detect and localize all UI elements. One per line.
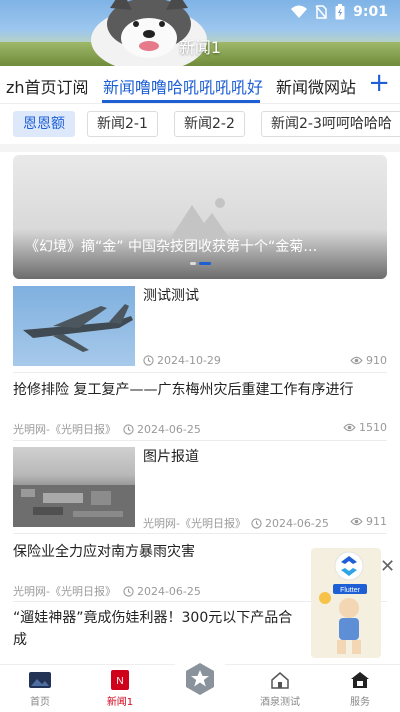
sub-channel-chips: 恩恩额 新闻2-1 新闻2-2 新闻2-3呵呵哈哈哈 — [0, 106, 400, 144]
eye-icon — [350, 517, 363, 526]
nav-center-star[interactable] — [170, 661, 230, 697]
city-aerial-image — [13, 485, 135, 527]
house-icon — [271, 672, 289, 689]
nav-jiuquan-test[interactable]: 酒泉测试 — [250, 669, 310, 708]
news-title: 抢修排险 复工复产——广东梅州灾后重建工作有序进行 — [13, 382, 354, 398]
eye-icon — [350, 356, 363, 365]
svg-text:N: N — [116, 676, 123, 687]
clock-icon — [123, 423, 134, 435]
news-title-line-1: “遛娃神器”竟成伤娃利器！300元以下产品合 — [13, 610, 293, 626]
eye-icon — [343, 423, 356, 432]
close-float-button[interactable]: ✕ — [380, 556, 395, 577]
nav-label: 首页 — [30, 697, 50, 708]
nav-news[interactable]: N 新闻1 — [90, 669, 150, 708]
chip-news-2-1[interactable]: 新闻2-1 — [87, 111, 158, 137]
active-tab-indicator — [102, 100, 260, 103]
news-meta: 光明网-《光明日报》 2024-06-25 — [13, 421, 201, 437]
nav-service[interactable]: 服务 — [330, 669, 390, 708]
news-views: 1510 — [343, 421, 387, 434]
page-title: 新闻1 — [178, 38, 222, 57]
views-count: 910 — [366, 354, 387, 367]
nav-label: 新闻1 — [106, 697, 134, 708]
carousel-dot-active[interactable] — [198, 262, 211, 265]
views-count: 1510 — [359, 421, 387, 434]
news-views: 911 — [350, 515, 387, 528]
carousel-dots — [13, 262, 387, 265]
nav-label: 酒泉测试 — [260, 697, 300, 708]
news-title: 图片报道 — [143, 449, 199, 465]
source-text: 光明网-《光明日报》 — [13, 423, 116, 436]
date-text: 2024-06-25 — [136, 584, 201, 598]
chip-enene[interactable]: 恩恩额 — [13, 111, 75, 137]
header-banner: 新闻1 9:01 — [0, 0, 400, 66]
city-thumbnail — [13, 447, 135, 527]
clock-icon — [143, 355, 154, 366]
news-item-test[interactable]: 测试测试 2024-10-29 910 — [13, 286, 387, 368]
news-meta: 光明网-《光明日报》 2024-06-25 — [13, 583, 201, 599]
headline-carousel[interactable]: 《幻境》摘“金” 中国杂技团收获第十个“金菊… — [13, 155, 387, 279]
news-title: 测试测试 — [143, 288, 199, 304]
tab-news-active[interactable]: 新闻噜噜哈吼吼吼吼好 — [103, 74, 263, 98]
service-icon — [351, 672, 369, 688]
status-bar: 9:01 — [291, 4, 388, 20]
date-text: 2024-06-25 — [264, 516, 329, 530]
bottom-navigation: 首页 N 新闻1 酒泉测试 服务 — [0, 651, 400, 712]
tab-news-microsite[interactable]: 新闻微网站 — [276, 74, 356, 98]
carousel-caption: 《幻境》摘“金” 中国杂技团收获第十个“金菊… — [25, 239, 318, 255]
tab-zh-home[interactable]: zh首页订阅 — [6, 74, 89, 98]
flutter-mascot-widget[interactable]: Flutter — [311, 548, 381, 658]
home-image-icon — [29, 672, 51, 688]
views-count: 911 — [366, 515, 387, 528]
date-text: 2024-10-29 — [157, 354, 221, 367]
list-divider — [13, 372, 387, 373]
svg-text:Flutter: Flutter — [340, 587, 361, 594]
source-text: 光明网-《光明日报》 — [143, 517, 246, 530]
section-divider — [0, 144, 400, 152]
list-divider — [13, 533, 387, 534]
list-divider — [13, 440, 387, 441]
plane-thumbnail — [13, 286, 135, 366]
news-title-line-2: 成 — [13, 632, 27, 648]
clock-icon — [123, 585, 134, 597]
nav-home[interactable]: 首页 — [10, 669, 70, 708]
news-title: 保险业全力应对南方暴雨灾害 — [13, 544, 195, 560]
channel-tabs: zh首页订阅 新闻噜噜哈吼吼吼吼好 新闻微网站 + — [0, 66, 400, 104]
chip-news-2-2[interactable]: 新闻2-2 — [174, 111, 245, 137]
source-text: 光明网-《光明日报》 — [13, 585, 116, 598]
star-badge-icon — [186, 663, 214, 695]
news-icon: N — [111, 670, 129, 690]
nav-label: 服务 — [350, 697, 370, 708]
news-date: 2024-10-29 — [143, 354, 221, 367]
carousel-dot[interactable] — [189, 262, 196, 265]
airplane-image — [23, 304, 133, 352]
image-placeholder-icon — [170, 198, 230, 239]
news-item-meizhou[interactable]: 抢修排险 复工复产——广东梅州灾后重建工作有序进行 光明网-《光明日报》 202… — [13, 380, 387, 436]
wifi-icon — [291, 5, 308, 18]
news-item-photo-report[interactable]: 图片报道 光明网-《光明日报》 2024-06-25 911 — [13, 447, 387, 531]
clock-icon — [251, 517, 262, 529]
news-meta: 光明网-《光明日报》 2024-06-25 — [143, 515, 329, 531]
status-time: 9:01 — [353, 4, 388, 20]
date-text: 2024-06-25 — [136, 422, 201, 436]
add-channel-button[interactable]: + — [368, 68, 390, 98]
battery-icon — [335, 4, 345, 20]
no-sim-icon — [315, 5, 327, 19]
news-views: 910 — [350, 354, 387, 367]
chip-news-2-3[interactable]: 新闻2-3呵呵哈哈哈 — [261, 111, 400, 137]
